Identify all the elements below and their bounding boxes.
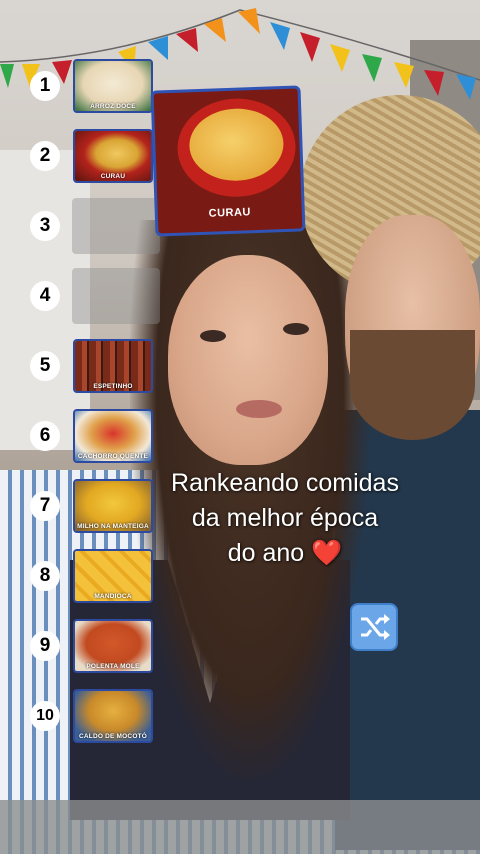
rank-row-3: 3 bbox=[30, 198, 160, 254]
rank-row-6: 6 CACHORRO QUENTE bbox=[30, 408, 160, 464]
rank-number: 1 bbox=[30, 71, 60, 101]
shuffle-icon bbox=[361, 614, 390, 640]
rank-number: 9 bbox=[30, 631, 60, 661]
food-thumbnail-curau[interactable]: CURAU bbox=[73, 129, 153, 183]
rank-number: 5 bbox=[30, 351, 60, 381]
rank-number: 7 bbox=[30, 491, 60, 521]
food-thumbnail-polenta-mole[interactable]: POLENTA MOLE bbox=[73, 619, 153, 673]
food-thumbnail-espetinho[interactable]: ESPETINHO bbox=[73, 339, 153, 393]
current-food-label: CURAU bbox=[208, 206, 252, 220]
food-thumbnail-cachorro-quente[interactable]: CACHORRO QUENTE bbox=[73, 409, 153, 463]
table-edge bbox=[0, 800, 480, 854]
thumbnail-label: CACHORRO QUENTE bbox=[77, 453, 149, 460]
shuffle-button[interactable] bbox=[350, 603, 398, 651]
rank-row-5: 5 ESPETINHO bbox=[30, 338, 160, 394]
rank-number: 2 bbox=[30, 141, 60, 171]
caption-line-2: da melhor época bbox=[191, 504, 379, 532]
rank-number: 10 bbox=[30, 701, 60, 731]
thumbnail-label: ESPETINHO bbox=[93, 383, 133, 390]
girl-eye-right bbox=[283, 323, 309, 335]
current-food-card[interactable]: CURAU bbox=[150, 85, 306, 237]
thumbnail-label: ARROZ DOCE bbox=[90, 103, 136, 110]
food-thumbnail-caldo-de-mocoto[interactable]: CALDO DE MOCOTÓ bbox=[73, 689, 153, 743]
heart-icon: ❤️ bbox=[311, 539, 343, 567]
caption-line-3-text: do ano bbox=[227, 539, 305, 567]
thumbnail-label: MANDIOCA bbox=[94, 593, 132, 600]
girl-eye-left bbox=[200, 330, 226, 342]
caption-line-1: Rankeando comidas bbox=[171, 469, 399, 497]
rank-number: 8 bbox=[30, 561, 60, 591]
rank-row-1: 1 ARROZ DOCE bbox=[30, 58, 160, 114]
video-caption: Rankeando comidas da melhor época do ano… bbox=[130, 466, 440, 571]
rank-number: 4 bbox=[30, 281, 60, 311]
rank-row-9: 9 POLENTA MOLE bbox=[30, 618, 160, 674]
rank-number: 6 bbox=[30, 421, 60, 451]
caption-line-3: do ano ❤️ bbox=[130, 536, 440, 571]
rank-row-2: 2 CURAU bbox=[30, 128, 160, 184]
rank-row-4: 4 bbox=[30, 268, 160, 324]
girl-mouth bbox=[236, 400, 282, 418]
empty-slot[interactable] bbox=[72, 268, 160, 324]
boy-beard bbox=[350, 330, 475, 440]
girl-face bbox=[168, 255, 328, 465]
rank-row-10: 10 CALDO DE MOCOTÓ bbox=[30, 688, 160, 744]
empty-slot[interactable] bbox=[72, 198, 160, 254]
thumbnail-label: POLENTA MOLE bbox=[86, 663, 140, 670]
rank-number: 3 bbox=[30, 211, 60, 241]
thumbnail-label: CURAU bbox=[100, 173, 126, 180]
thumbnail-label: CALDO DE MOCOTÓ bbox=[79, 733, 147, 740]
food-thumbnail-arroz-doce[interactable]: ARROZ DOCE bbox=[73, 59, 153, 113]
